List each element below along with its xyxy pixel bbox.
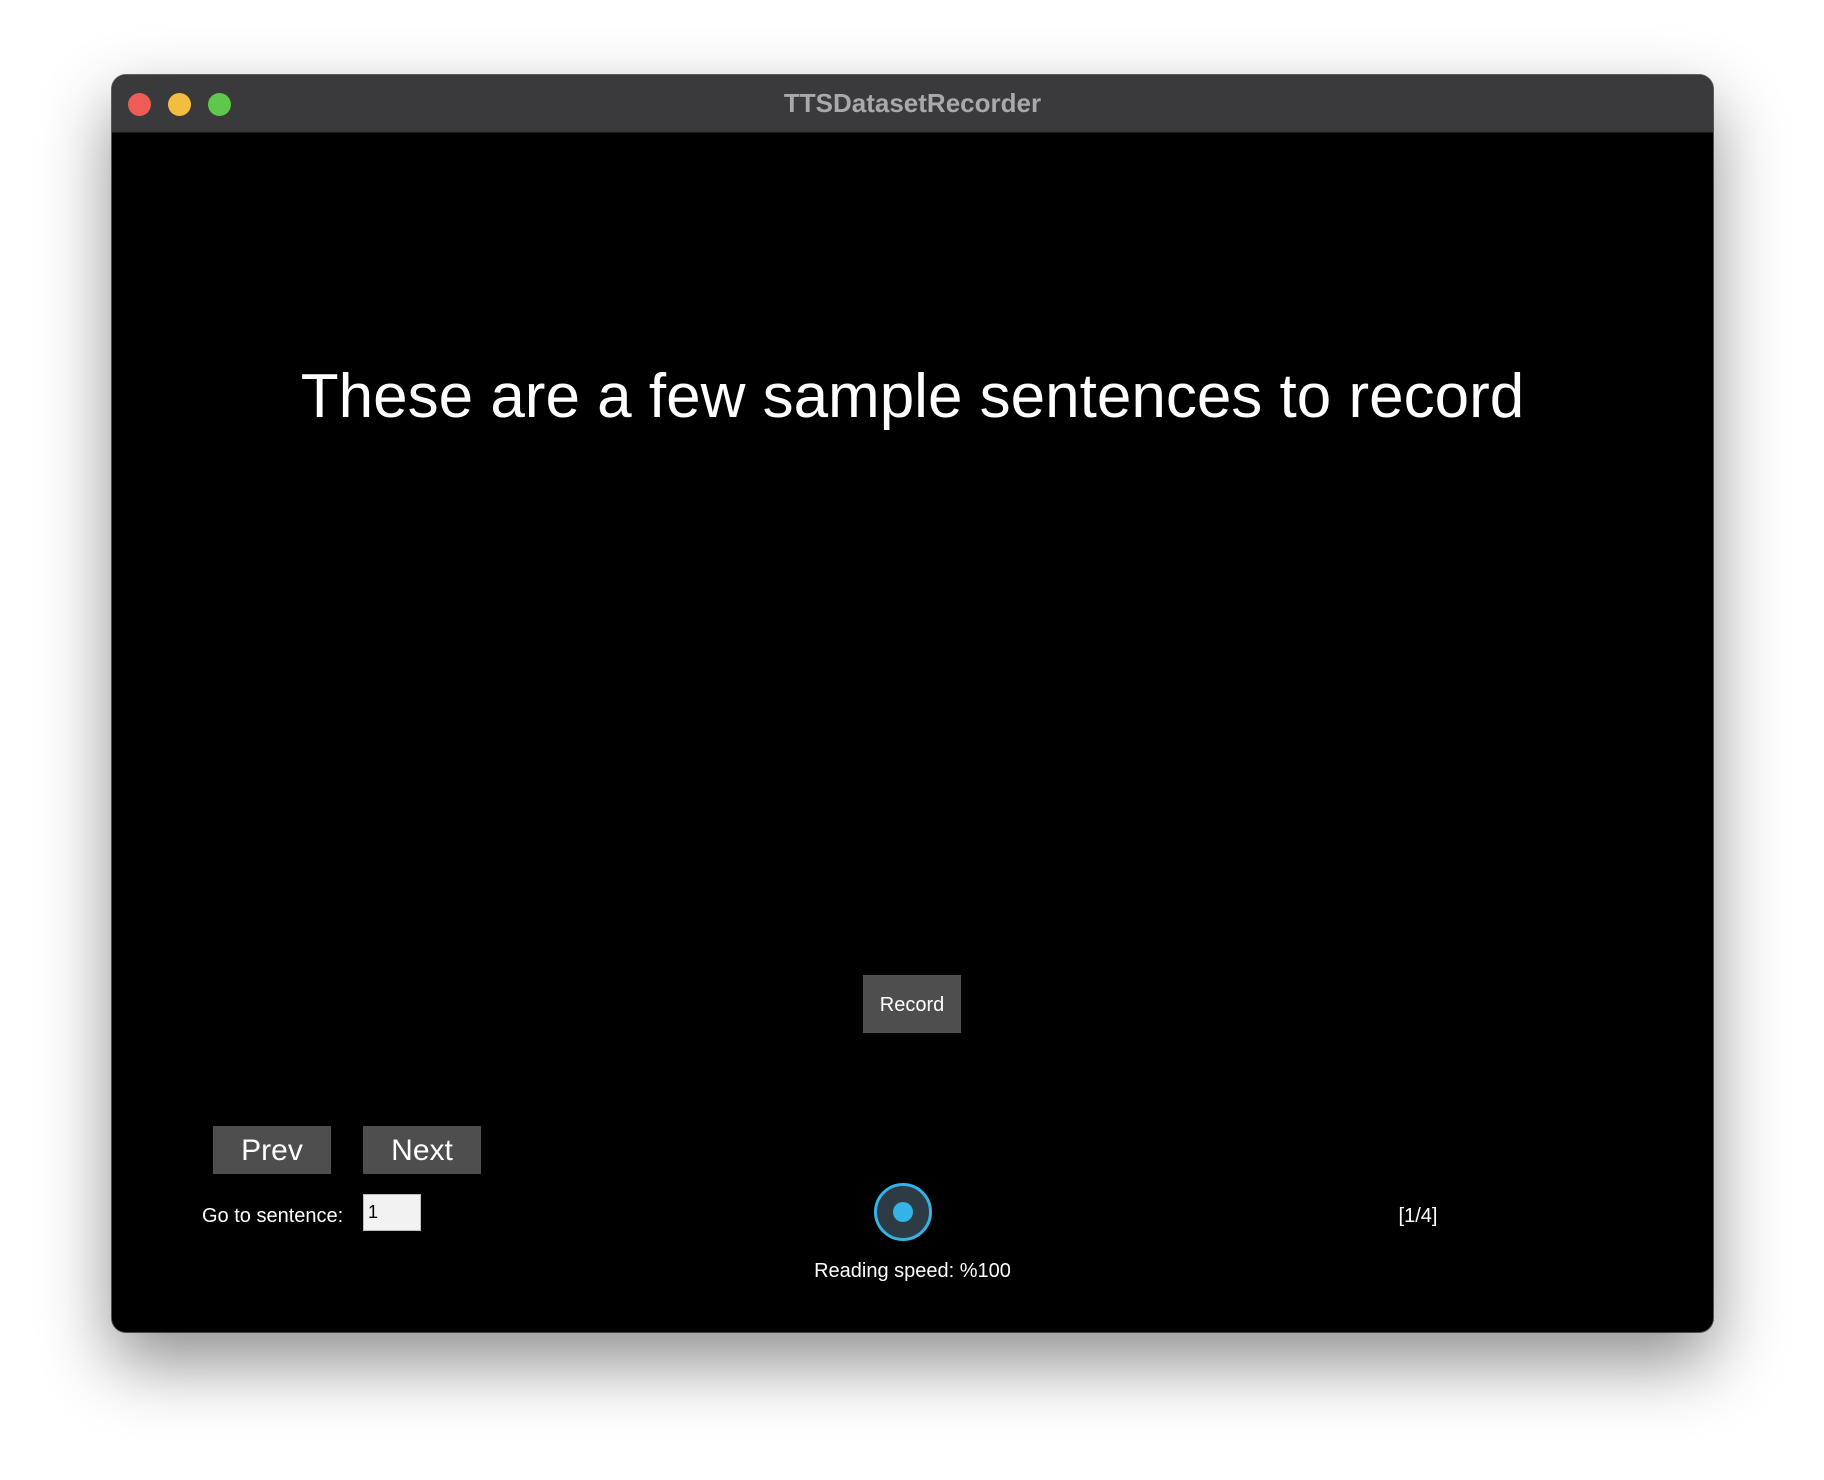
prev-button[interactable]: Prev bbox=[213, 1126, 331, 1174]
reading-speed-label: Reading speed: %100 bbox=[814, 1260, 1011, 1282]
app-window: TTSDatasetRecorder These are a few sampl… bbox=[112, 75, 1713, 1332]
reading-speed-slider-knob[interactable] bbox=[893, 1202, 913, 1222]
window-title: TTSDatasetRecorder bbox=[783, 88, 1042, 118]
reading-speed-slider[interactable] bbox=[874, 1183, 932, 1241]
goto-sentence-label: Go to sentence: bbox=[202, 1205, 344, 1227]
sentence-text: These are a few sample sentences to reco… bbox=[300, 362, 1525, 431]
sentence-counter: [1/4] bbox=[1398, 1205, 1438, 1227]
next-button[interactable]: Next bbox=[363, 1126, 481, 1174]
main-content: These are a few sample sentences to reco… bbox=[112, 133, 1713, 1332]
record-button[interactable]: Record bbox=[863, 975, 961, 1033]
goto-sentence-input[interactable] bbox=[363, 1194, 421, 1231]
title-bar[interactable]: TTSDatasetRecorder bbox=[112, 75, 1713, 133]
